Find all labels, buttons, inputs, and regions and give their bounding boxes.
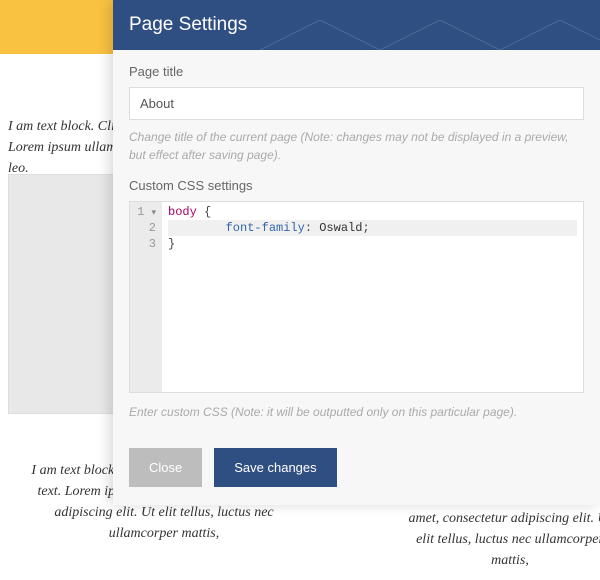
modal-body: Page title Change title of the current p…	[113, 50, 600, 434]
css-selector: body	[168, 205, 197, 219]
save-button[interactable]: Save changes	[214, 448, 336, 487]
modal-footer: Close Save changes	[113, 434, 600, 505]
custom-css-label: Custom CSS settings	[129, 178, 584, 193]
code-content[interactable]: body { font-family: Oswald; }	[162, 202, 583, 392]
custom-css-hint: Enter custom CSS (Note: it will be outpu…	[129, 403, 584, 421]
yellow-bar	[0, 0, 114, 54]
background-text-block-4: amet, tell	[548, 508, 600, 529]
custom-css-editor[interactable]: 1 ▾ 2 3 body { font-family: Oswald; }	[129, 201, 584, 393]
close-button[interactable]: Close	[129, 448, 202, 487]
fold-marker-icon[interactable]: ▾	[151, 208, 156, 218]
css-property: font-family	[226, 221, 305, 235]
page-title-hint: Change title of the current page (Note: …	[129, 128, 584, 164]
gutter-line-3: 3	[134, 236, 156, 252]
css-value: Oswald	[319, 221, 362, 235]
page-title-input[interactable]	[129, 87, 584, 120]
code-gutter: 1 ▾ 2 3	[130, 202, 162, 392]
modal-title: Page Settings	[129, 14, 247, 35]
gutter-line-1: 1	[137, 205, 144, 219]
header-pattern	[260, 20, 600, 50]
page-title-label: Page title	[129, 64, 584, 79]
modal-header: Page Settings	[113, 0, 600, 50]
page-settings-modal: Page Settings Page title Change title of…	[113, 0, 600, 505]
gutter-line-2: 2	[134, 220, 156, 236]
